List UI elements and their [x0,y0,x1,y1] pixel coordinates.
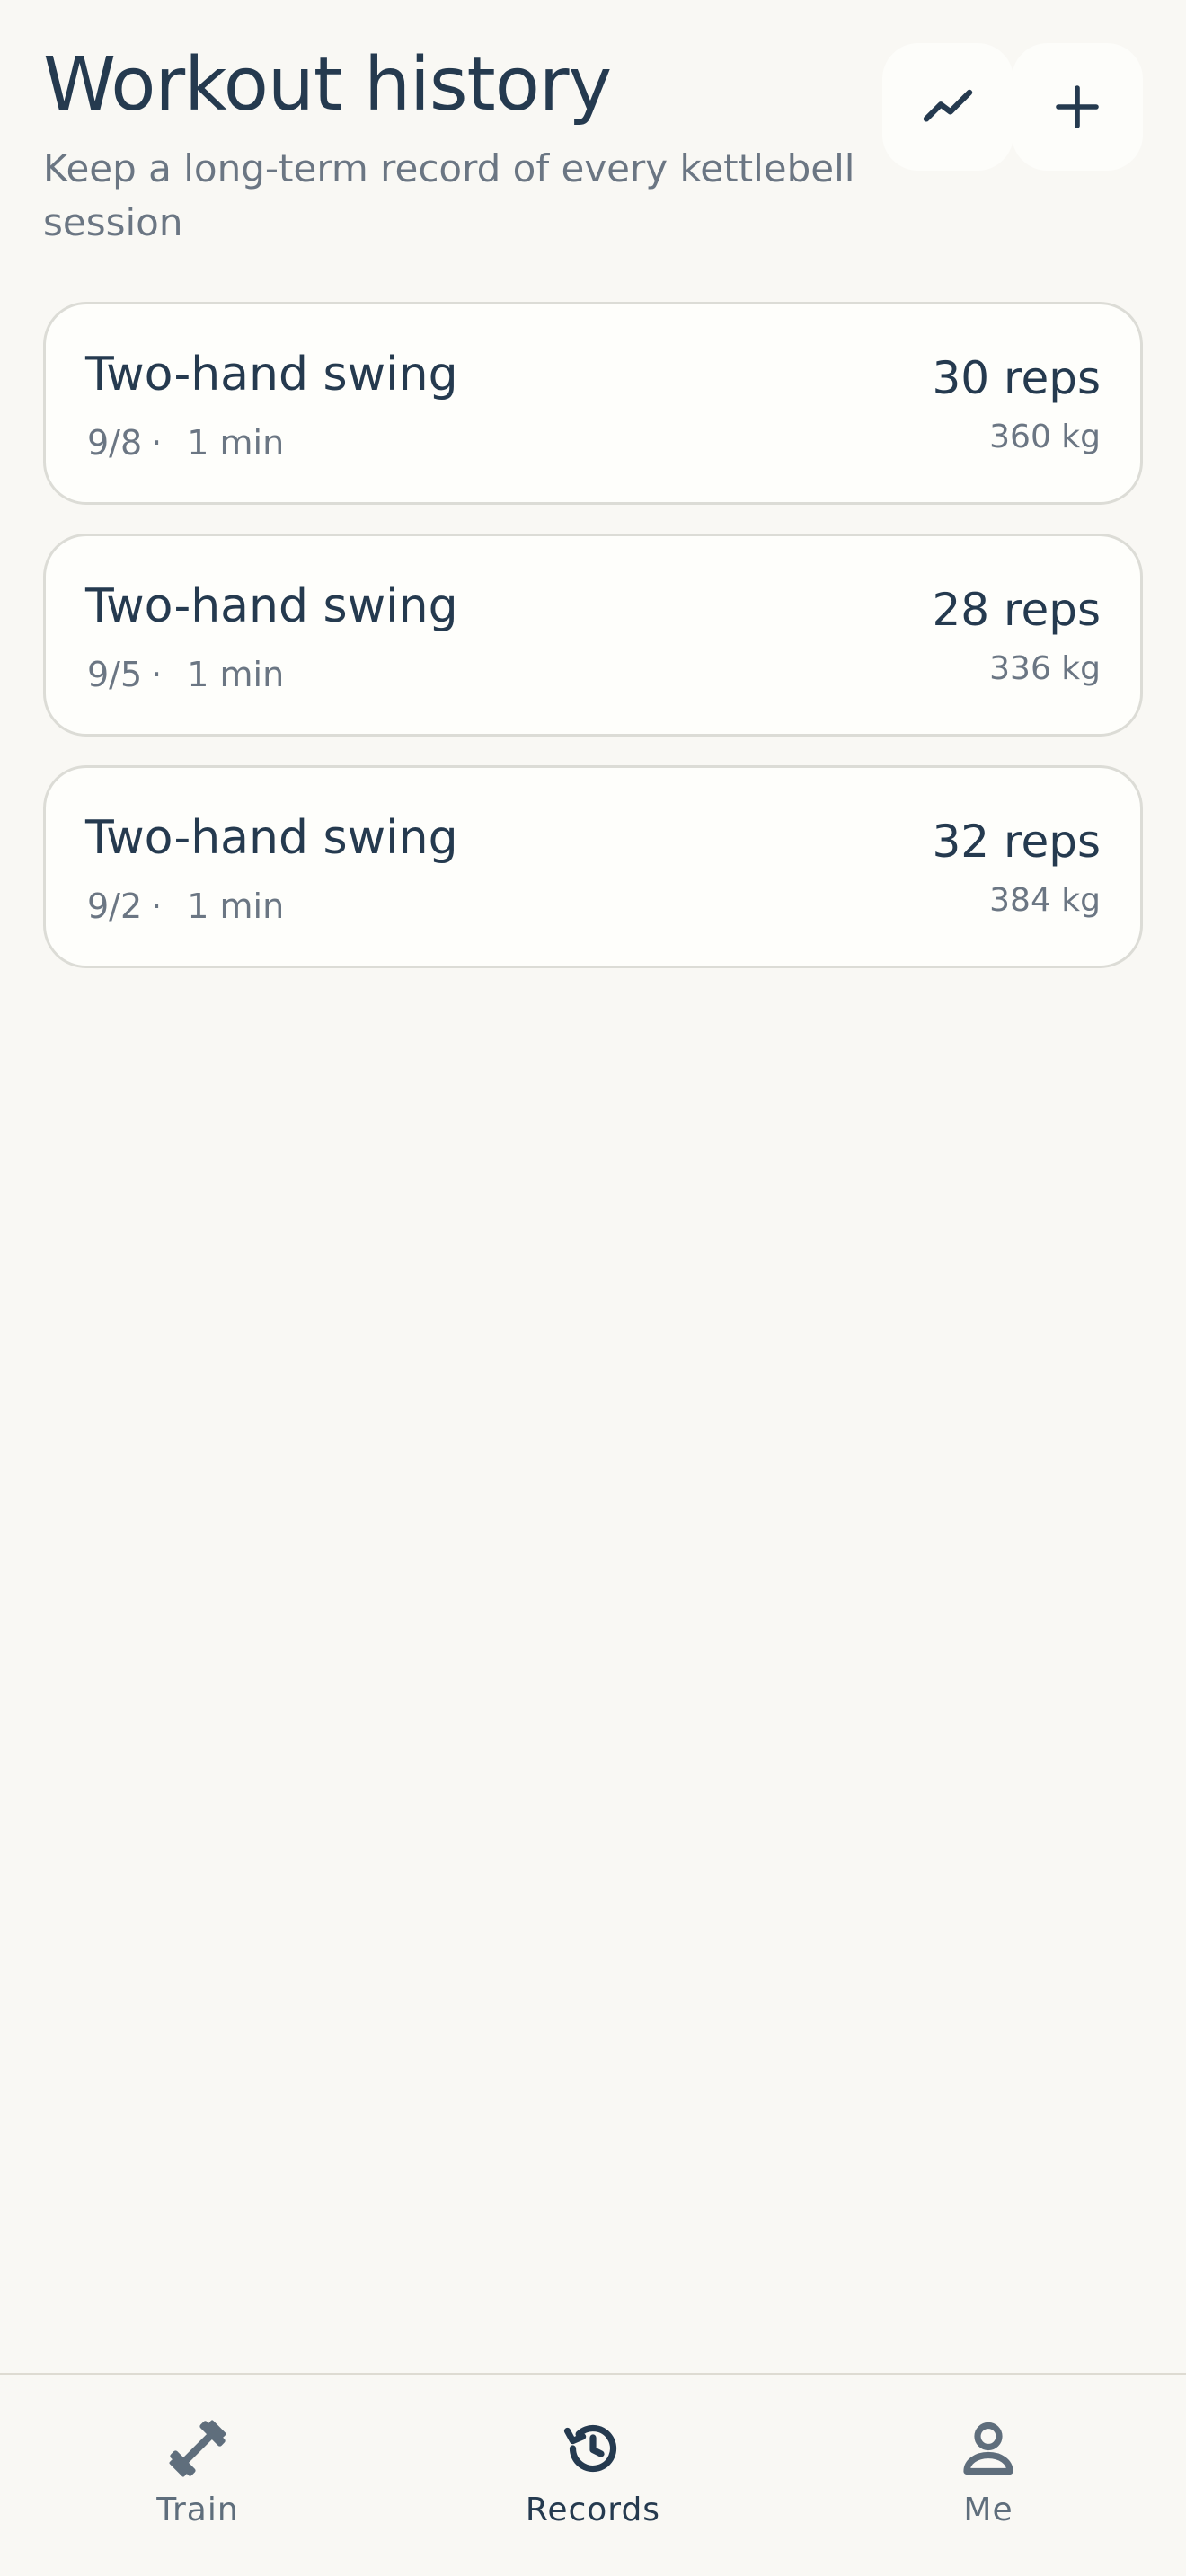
record-date: 9/5 [87,655,143,694]
record-date: 9/2 [87,887,143,926]
record-weight: 336 kg [989,650,1101,687]
record-weight: 384 kg [989,882,1101,919]
nav-item-train[interactable]: Train [0,2375,395,2576]
meta-separator: · [151,655,163,694]
record-date: 9/8 [87,423,143,463]
nav-label-me: Me [963,2492,1013,2528]
page-subtitle: Keep a long-term record of every kettleb… [43,146,855,244]
meta-separator: · [151,887,163,926]
view-chart-button[interactable] [882,43,1013,171]
dumbbell-icon [164,2414,232,2483]
record-exercise: Two-hand swing [85,579,458,633]
records-list: Two-hand swing 9/8 · 1 min 30 reps 360 k… [43,302,1143,997]
record-meta: 9/5 · 1 min [87,653,284,696]
history-icon [559,2414,627,2483]
record-meta: 9/8 · 1 min [87,421,284,464]
nav-label-records: Records [525,2492,661,2528]
plus-icon [1052,82,1102,132]
record-duration: 1 min [187,887,285,926]
page-header: Workout history Keep a long-term record … [43,36,870,250]
bottom-nav: Train Records Me [0,2373,1186,2576]
record-card[interactable]: Two-hand swing 9/8 · 1 min 30 reps 360 k… [43,302,1143,505]
nav-item-records[interactable]: Records [395,2375,791,2576]
nav-label-train: Train [156,2492,239,2528]
trending-up-icon [919,78,977,136]
record-reps: 30 reps [932,352,1101,404]
page-title: Workout history [43,42,612,128]
meta-separator: · [151,423,163,463]
record-duration: 1 min [187,423,285,463]
record-meta: 9/2 · 1 min [87,885,284,928]
nav-item-me[interactable]: Me [791,2375,1186,2576]
workout-history-screen: Workout history Keep a long-term record … [0,0,1186,2576]
record-exercise: Two-hand swing [85,811,458,865]
record-card[interactable]: Two-hand swing 9/2 · 1 min 32 reps 384 k… [43,765,1143,968]
record-card[interactable]: Two-hand swing 9/5 · 1 min 28 reps 336 k… [43,534,1143,737]
add-record-button[interactable] [1012,43,1143,171]
record-exercise: Two-hand swing [85,348,458,401]
record-reps: 28 reps [932,584,1101,636]
record-reps: 32 reps [932,816,1101,868]
person-icon [954,2414,1022,2483]
record-weight: 360 kg [989,419,1101,455]
header-actions [882,43,1143,171]
record-duration: 1 min [187,655,285,694]
